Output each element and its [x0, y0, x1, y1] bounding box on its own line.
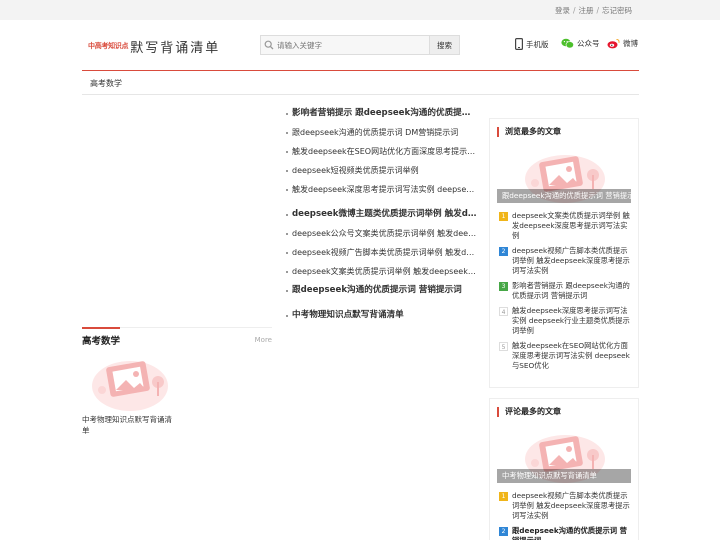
most-viewed-caption: 跟deepseek沟通的优质提示词 营销提示词: [497, 189, 631, 203]
most-viewed-thumbnail[interactable]: 跟deepseek沟通的优质提示词 营销提示词: [497, 145, 631, 203]
search-button[interactable]: 搜索: [429, 36, 459, 54]
login-link[interactable]: 登录: [555, 6, 570, 15]
article-list-3: 中考物理知识点默写背诵清单: [285, 306, 477, 325]
section-title: 高考数学: [82, 336, 121, 347]
list-item[interactable]: 1 deepseek文案类优质提示词举例 触发deepseek深度思考提示词写法实…: [499, 211, 630, 241]
gaokao-math-section: 高考数学 More 中考物理知识点默写背诵清单: [82, 327, 272, 436]
more-link[interactable]: More: [255, 336, 272, 344]
rank-badge: 5: [499, 342, 508, 351]
list-item[interactable]: 1 deepseek视频广告脚本类优质提示词举例 触发deepseek深度思考提示…: [499, 491, 630, 521]
rank-badge: 3: [499, 282, 508, 291]
search-input[interactable]: [277, 36, 429, 54]
image-placeholder-icon: [82, 352, 178, 412]
list-item[interactable]: 跟deepseek沟通的优质提示词 营销提示词: [285, 281, 477, 300]
wechat-label: 公众号: [577, 39, 600, 48]
list-item[interactable]: deepseek视频广告脚本类优质提示词举例 触发deepseek深度思考提示词…: [285, 243, 477, 262]
category-nav: 高考数学: [82, 71, 639, 95]
search-box: 搜索: [260, 35, 460, 55]
weibo-icon: [607, 39, 620, 49]
list-item[interactable]: 触发deepseek深度思考提示词写法实例 deepseek行业主题类优质提示词…: [285, 180, 477, 199]
rank-badge: 1: [499, 492, 508, 501]
search-icon: [261, 36, 277, 54]
most-viewed-panel: 浏览最多的文章 跟deepseek沟通的优质提示词 营销提示词 1 deepsee…: [489, 118, 639, 388]
list-item[interactable]: 2跟deepseek沟通的优质提示词 营销提示词: [499, 526, 630, 540]
article-thumbnail[interactable]: [82, 352, 178, 412]
most-commented-thumbnail[interactable]: 中考物理知识点默写背诵清单: [497, 425, 631, 483]
logo-title: 默写背诵清单: [130, 40, 221, 56]
article-list-1: 影响者营销提示 跟deepseek沟通的优质提示词 营销提示词 跟deepsee…: [285, 104, 477, 199]
wechat-link[interactable]: 公众号: [561, 38, 600, 49]
weibo-label: 微博: [623, 39, 638, 48]
phone-icon: [515, 38, 523, 50]
article-card-title[interactable]: 中考物理知识点默写背诵清单: [82, 414, 178, 436]
rank-badge: 2: [499, 527, 508, 536]
list-item[interactable]: deepseek文案类优质提示词举例 触发deepseek深度思考提示词写法实例: [285, 262, 477, 281]
list-item[interactable]: 2 deepseek视频广告脚本类优质提示词举例 触发deepseek深度思考提示…: [499, 246, 630, 276]
most-viewed-list: 1 deepseek文案类优质提示词举例 触发deepseek深度思考提示词写法实…: [490, 203, 638, 371]
most-commented-caption: 中考物理知识点默写背诵清单: [497, 469, 631, 483]
section-divider: [82, 327, 272, 329]
article-card[interactable]: 中考物理知识点默写背诵清单: [82, 352, 178, 436]
list-item[interactable]: 中考物理知识点默写背诵清单: [285, 306, 477, 325]
register-link[interactable]: 注册: [578, 6, 593, 15]
list-item[interactable]: 跟deepseek沟通的优质提示词 DM营销提示词: [285, 123, 477, 142]
mobile-link[interactable]: 手机版: [515, 38, 549, 50]
list-item[interactable]: deepseek微博主题类优质提示词举例 触发deepseek深度思考提示词写法…: [285, 205, 477, 224]
most-commented-list: 1 deepseek视频广告脚本类优质提示词举例 触发deepseek深度思考提示…: [490, 483, 638, 540]
list-item[interactable]: 5 触发deepseek在SEO网站优化方面深度思考提示词写法实例 deepsee…: [499, 341, 630, 371]
site-logo[interactable]: 中高考知识点 默写背诵清单: [88, 36, 220, 56]
weibo-link[interactable]: 微博: [607, 38, 638, 49]
rank-badge: 2: [499, 247, 508, 256]
logo-subtitle: 中高考知识点: [88, 41, 129, 50]
list-item[interactable]: 影响者营销提示 跟deepseek沟通的优质提示词 营销提示词: [285, 104, 477, 123]
most-commented-title: 评论最多的文章: [490, 399, 638, 425]
top-bar: 登录 / 注册 / 忘记密码: [0, 0, 720, 20]
list-item[interactable]: deepseek短视频类优质提示词举例: [285, 161, 477, 180]
rank-badge: 4: [499, 307, 508, 316]
list-item[interactable]: 触发deepseek在SEO网站优化方面深度思考提示词写法实例: [285, 142, 477, 161]
list-item[interactable]: deepseek公众号文案类优质提示词举例 触发deepseek深度思考提示词写…: [285, 224, 477, 243]
list-item[interactable]: 4 触发deepseek深度思考提示词写法实例 deepseek行业主题类优质提示…: [499, 306, 630, 336]
account-links: 登录 / 注册 / 忘记密码: [554, 6, 632, 15]
list-item[interactable]: 3 影响者营销提示 跟deepseek沟通的优质提示词 营销提示词: [499, 281, 630, 301]
forgot-password-link[interactable]: 忘记密码: [602, 6, 632, 15]
mobile-label: 手机版: [526, 39, 549, 49]
most-viewed-title: 浏览最多的文章: [490, 119, 638, 145]
tab-gaokao-math[interactable]: 高考数学: [90, 78, 122, 89]
rank-badge: 1: [499, 212, 508, 221]
article-list-2: deepseek微博主题类优质提示词举例 触发deepseek深度思考提示词写法…: [285, 205, 477, 300]
most-commented-panel: 评论最多的文章 中考物理知识点默写背诵清单 1 deepseek视频广告脚本类优质…: [489, 398, 639, 540]
wechat-icon: [561, 38, 574, 49]
